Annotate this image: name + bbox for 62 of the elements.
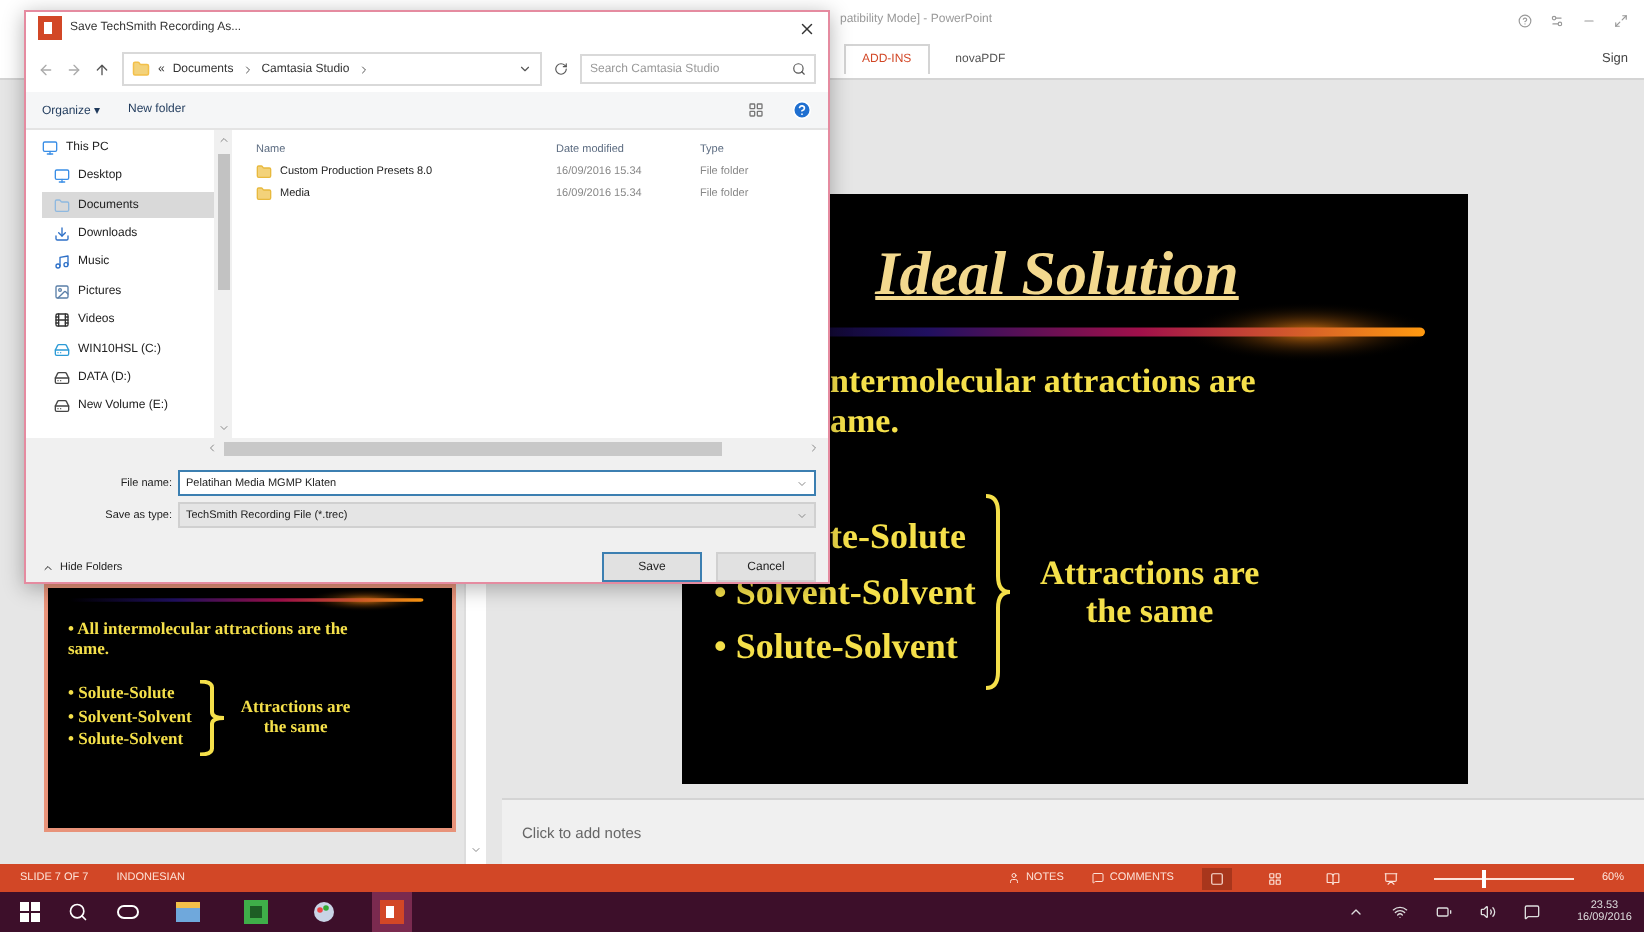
slide-text: Attractions are the same xyxy=(238,697,353,737)
grid-view-icon xyxy=(1267,871,1282,885)
slide-bullet: • Solvent-Solvent xyxy=(68,707,192,727)
slide-text: • All intermolecular attractions are the same. xyxy=(68,620,350,660)
search-icon xyxy=(792,62,806,77)
folder-icon xyxy=(256,163,272,180)
view-options-icon[interactable] xyxy=(748,102,764,119)
palette-icon xyxy=(312,900,336,924)
normal-view-button[interactable] xyxy=(1201,867,1232,889)
zoom-thumb[interactable] xyxy=(1482,869,1487,887)
slide-text: Attractions are the same xyxy=(1037,553,1262,632)
maximize-icon[interactable] xyxy=(1614,13,1628,27)
download-icon xyxy=(54,226,70,243)
curly-brace-icon xyxy=(983,492,1012,693)
slide-text: ame. xyxy=(828,401,901,441)
folder-icon xyxy=(132,60,150,79)
slide-bullet: • Solute-Solvent xyxy=(714,626,960,669)
music-note-icon xyxy=(54,254,70,271)
forward-icon[interactable] xyxy=(66,61,82,78)
chevron-right-icon[interactable] xyxy=(357,63,370,76)
dropdown-icon xyxy=(796,509,808,521)
battery-icon[interactable] xyxy=(1436,904,1453,920)
chevron-right-icon[interactable] xyxy=(241,63,254,76)
close-icon[interactable] xyxy=(798,19,816,38)
help-icon[interactable] xyxy=(1518,13,1532,27)
speaker-icon[interactable] xyxy=(1480,904,1497,920)
slideshow-icon xyxy=(1383,871,1398,885)
slide-bullet: • Solute-Solute xyxy=(68,683,177,704)
person-icon xyxy=(1007,872,1020,884)
reading-view-icon xyxy=(1325,871,1340,885)
camtasia-logo-icon xyxy=(244,900,268,924)
slide-bullet: • Solute-Solvent xyxy=(68,730,186,751)
slide-bullet: te-Solute xyxy=(828,516,968,558)
folder-icon xyxy=(54,197,70,214)
refresh-icon[interactable] xyxy=(554,62,568,77)
slide-title: Ideal Solution xyxy=(875,238,1239,310)
back-icon[interactable] xyxy=(38,61,54,78)
image-icon xyxy=(54,283,70,300)
powerpoint-logo-icon xyxy=(380,900,404,924)
windows-start-icon[interactable] xyxy=(20,902,40,922)
drive-icon xyxy=(54,341,70,358)
taskbar-app[interactable] xyxy=(372,892,412,932)
notification-icon[interactable] xyxy=(1524,904,1541,920)
drive-icon xyxy=(54,370,70,387)
chevron-up-icon xyxy=(42,561,54,573)
comment-icon xyxy=(1091,872,1104,884)
up-icon[interactable] xyxy=(94,61,110,78)
drive-icon xyxy=(54,398,70,415)
dropdown-icon[interactable] xyxy=(518,62,532,77)
monitor-icon xyxy=(42,139,58,156)
folder-icon xyxy=(256,185,272,202)
normal-view-icon xyxy=(1209,871,1224,885)
task-view-icon[interactable] xyxy=(116,904,140,920)
network-icon[interactable] xyxy=(1392,904,1409,920)
folder-icon xyxy=(176,902,200,922)
slide-thumbnail[interactable]: • All intermolecular attractions are the same. • Solute-Solute • Solvent-Solvent • Solute-Solvent Attractions are the same xyxy=(44,584,456,832)
search-icon[interactable] xyxy=(68,902,88,922)
film-icon xyxy=(54,312,70,329)
curly-brace-icon xyxy=(197,679,226,756)
chevron-up-icon[interactable] xyxy=(1348,904,1365,920)
slide-text: ntermolecular attractions are xyxy=(828,362,1258,402)
monitor-icon xyxy=(54,168,70,185)
